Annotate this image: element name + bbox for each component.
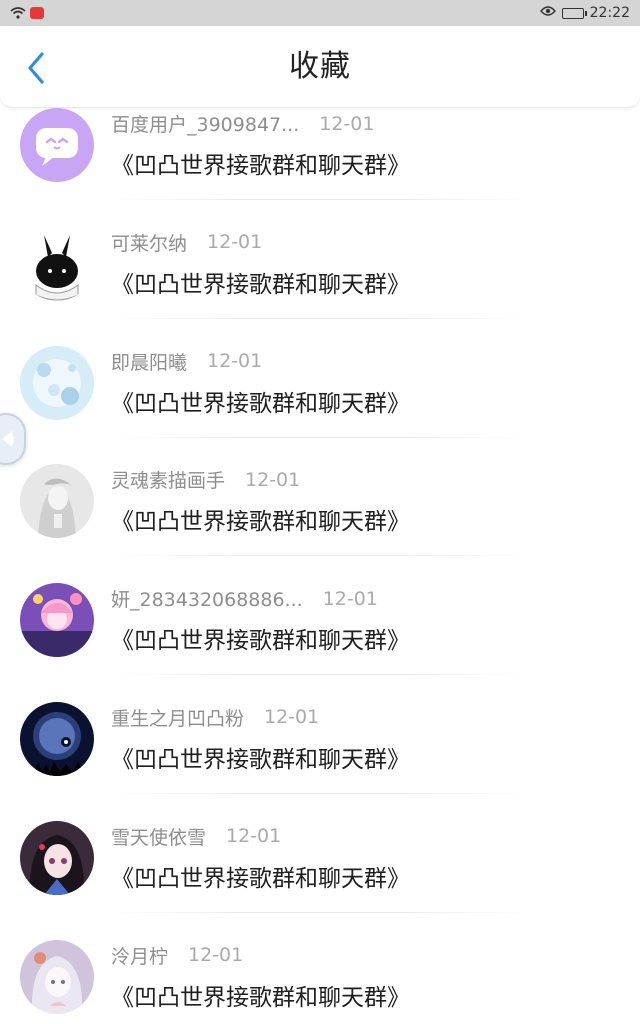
item-meta: 可莱尔纳 12-01 bbox=[111, 229, 262, 256]
date: 12-01 bbox=[188, 944, 244, 967]
divider bbox=[111, 317, 531, 319]
favorite-item[interactable]: 百度用户_3909847... 12-01 《凹凸世界接歌群和聊天群》 bbox=[0, 108, 640, 227]
divider bbox=[111, 911, 531, 913]
avatar[interactable] bbox=[20, 464, 94, 539]
item-meta: 泠月柠 12-01 bbox=[111, 942, 243, 969]
favorite-item[interactable]: 泠月柠 12-01 《凹凸世界接歌群和聊天群》 bbox=[0, 939, 640, 1024]
username[interactable]: 百度用户_3909847... bbox=[111, 110, 299, 137]
avatar[interactable] bbox=[20, 345, 94, 420]
diamond-icon bbox=[2, 431, 14, 447]
post-title[interactable]: 《凹凸世界接歌群和聊天群》 bbox=[111, 621, 410, 655]
post-title[interactable]: 《凹凸世界接歌群和聊天群》 bbox=[111, 502, 410, 536]
favorite-item[interactable]: 可莱尔纳 12-01 《凹凸世界接歌群和聊天群》 bbox=[0, 226, 640, 346]
avatar[interactable] bbox=[20, 939, 94, 1014]
item-meta: 妍_283432068886... 12-01 bbox=[111, 585, 378, 612]
date: 12-01 bbox=[245, 468, 301, 491]
avatar[interactable] bbox=[20, 108, 94, 182]
status-right: 22:22 bbox=[539, 5, 630, 21]
battery-icon bbox=[561, 7, 587, 19]
date: 12-01 bbox=[207, 231, 263, 254]
date: 12-01 bbox=[322, 587, 378, 610]
favorites-list: 百度用户_3909847... 12-01 《凹凸世界接歌群和聊天群》 可莱尔纳… bbox=[0, 108, 640, 1024]
item-meta: 即晨阳曦 12-01 bbox=[111, 348, 262, 375]
date: 12-01 bbox=[319, 112, 375, 135]
item-meta: 重生之月凹凸粉 12-01 bbox=[111, 704, 319, 731]
post-title[interactable]: 《凹凸世界接歌群和聊天群》 bbox=[111, 859, 410, 893]
username[interactable]: 妍_283432068886... bbox=[111, 585, 303, 612]
divider bbox=[111, 555, 531, 557]
date: 12-01 bbox=[207, 350, 263, 373]
divider bbox=[111, 674, 531, 676]
username[interactable]: 泠月柠 bbox=[111, 942, 168, 969]
status-time: 22:22 bbox=[589, 5, 630, 21]
wifi-icon bbox=[10, 4, 26, 23]
favorite-item[interactable]: 灵魂素描画手 12-01 《凹凸世界接歌群和聊天群》 bbox=[0, 464, 640, 583]
item-meta: 雪天使依雪 12-01 bbox=[111, 823, 281, 850]
post-title[interactable]: 《凹凸世界接歌群和聊天群》 bbox=[111, 265, 410, 299]
eye-icon bbox=[539, 5, 556, 21]
favorite-item[interactable]: 雪天使依雪 12-01 《凹凸世界接歌群和聊天群》 bbox=[0, 820, 640, 940]
post-title[interactable]: 《凹凸世界接歌群和聊天群》 bbox=[111, 978, 410, 1012]
post-title[interactable]: 《凹凸世界接歌群和聊天群》 bbox=[111, 740, 410, 774]
username[interactable]: 可莱尔纳 bbox=[111, 229, 187, 256]
item-meta: 灵魂素描画手 12-01 bbox=[111, 466, 300, 493]
divider bbox=[111, 436, 531, 438]
date: 12-01 bbox=[226, 825, 282, 848]
app-notification-icon bbox=[30, 7, 44, 19]
favorite-item[interactable]: 重生之月凹凸粉 12-01 《凹凸世界接歌群和聊天群》 bbox=[0, 701, 640, 821]
avatar[interactable] bbox=[20, 701, 94, 776]
username[interactable]: 灵魂素描画手 bbox=[111, 466, 225, 493]
divider bbox=[111, 792, 531, 794]
avatar[interactable] bbox=[20, 820, 94, 895]
avatar[interactable] bbox=[20, 226, 94, 301]
item-meta: 百度用户_3909847... 12-01 bbox=[111, 110, 374, 137]
date: 12-01 bbox=[264, 706, 320, 729]
favorite-item[interactable]: 妍_283432068886... 12-01 《凹凸世界接歌群和聊天群》 bbox=[0, 583, 640, 702]
username[interactable]: 重生之月凹凸粉 bbox=[111, 704, 244, 731]
post-title[interactable]: 《凹凸世界接歌群和聊天群》 bbox=[111, 146, 410, 180]
username[interactable]: 即晨阳曦 bbox=[111, 348, 187, 375]
header: 收藏 bbox=[0, 26, 640, 108]
favorite-item[interactable]: 即晨阳曦 12-01 《凹凸世界接歌群和聊天群》 bbox=[0, 345, 640, 465]
avatar[interactable] bbox=[20, 583, 94, 658]
status-bar: 22:22 bbox=[0, 0, 640, 26]
page-title: 收藏 bbox=[289, 49, 351, 84]
post-title[interactable]: 《凹凸世界接歌群和聊天群》 bbox=[111, 384, 410, 418]
status-left bbox=[10, 4, 44, 23]
username[interactable]: 雪天使依雪 bbox=[111, 823, 206, 850]
divider bbox=[111, 199, 531, 200]
